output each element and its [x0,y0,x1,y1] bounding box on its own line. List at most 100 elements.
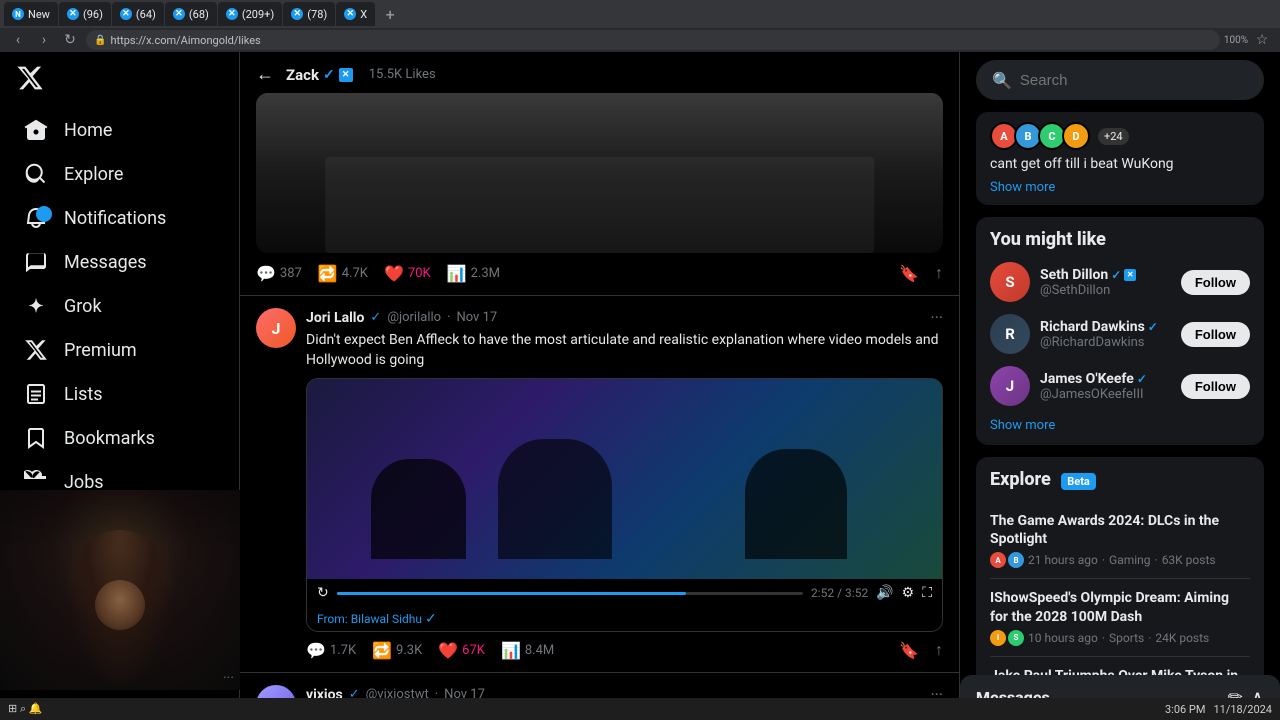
new-tab-btn[interactable]: + [380,4,400,24]
cant-get-off-widget: A B C D +24 cant get off till i beat WuK… [976,112,1264,205]
browser-tab-new[interactable]: N New [4,2,58,26]
address-bar[interactable]: 🔒 https://x.com/Aimongold/likes [86,30,1220,50]
richard-avatar[interactable]: R [990,314,1030,354]
tab-label-4: (68) [189,8,209,21]
jori-retweet-count: 9.3K [396,643,422,658]
bookmarks-icon [24,426,48,450]
james-avatar[interactable]: J [990,366,1030,406]
reload-btn[interactable]: ↻ [60,30,80,50]
notifications-icon [24,206,48,230]
tab-favicon-active: ✕ [344,8,356,20]
video-player[interactable]: Watch again ↻ 2:52 / 3:52 🔊 ⚙ [306,378,943,632]
explore-item-1[interactable]: The Game Awards 2024: DLCs in the Spotli… [990,502,1250,579]
views-icon: 📊 [447,264,467,283]
sidebar-item-bookmarks[interactable]: Bookmarks [8,416,231,460]
sidebar-explore-label: Explore [64,164,123,185]
browser-tab-6[interactable]: ✕ (78) [283,2,335,26]
video-time: 2:52 / 3:52 [811,586,868,600]
sidebar-item-lists[interactable]: Lists [8,372,231,416]
fullscreen-icon[interactable]: ⛶ [922,585,932,601]
like-action[interactable]: ❤️ 70K [384,264,431,283]
sidebar-bookmarks-label: Bookmarks [64,428,155,449]
follow-james-btn[interactable]: Follow [1181,374,1250,399]
jori-heart-icon: ❤️ [438,641,458,660]
show-more-suggestions[interactable]: Show more [990,418,1250,433]
grok-icon: ✦ [24,294,48,318]
jori-more-btn[interactable]: ··· [930,308,943,327]
browser-tab-2[interactable]: ✕ (96) [59,2,111,26]
seth-info: Seth Dillon ✓ ✕ @SethDillon [1040,267,1171,298]
bookmark-star[interactable]: ☆ [1252,30,1272,50]
comment-action[interactable]: 💬 387 [256,264,302,283]
tab-favicon-x: ✕ [67,8,79,20]
webcam-menu[interactable]: ··· [223,670,234,686]
avatar-stack: A B C D +24 [990,122,1250,150]
jori-handle: @jorilallo [387,310,441,325]
suggest-seth: S Seth Dillon ✓ ✕ @SethDillon Follow [990,262,1250,302]
sidebar-item-home[interactable]: Home [8,108,231,152]
retweet-action[interactable]: 🔁 4.7K [318,264,368,283]
jori-like-action[interactable]: ❤️ 67K [438,641,485,660]
views-action[interactable]: 📊 2.3M [447,264,500,283]
lists-icon [24,382,48,406]
follow-richard-btn[interactable]: Follow [1181,322,1250,347]
follow-seth-btn[interactable]: Follow [1181,270,1250,295]
jori-comment-count: 1.7K [330,643,356,658]
replay-icon[interactable]: ↻ [317,585,329,601]
share-icon: ↑ [935,263,943,283]
status-right: 3:06 PM 11/18/2024 [1165,703,1272,716]
jori-date: · [447,310,450,325]
browser-tab-5[interactable]: ✕ (209+) [218,2,282,26]
stack-avatar-4[interactable]: D [1062,122,1090,150]
explore-item-2-meta: I S 10 hours ago· Sports· 24K posts [990,630,1250,646]
browser-tab-4[interactable]: ✕ (68) [165,2,217,26]
search-bar[interactable]: 🔍 [976,60,1264,100]
video-display[interactable]: Watch again [307,379,942,579]
forward-btn[interactable]: › [34,30,54,50]
share-action[interactable]: ↑ [935,263,943,283]
video-progress-bar[interactable] [337,592,803,595]
video-from: From: Bilawal Sidhu ✓ [307,607,942,631]
jori-avatar[interactable]: J [256,308,296,348]
status-left: ⊞ ⌕ 🔔 [8,702,43,716]
james-verified: ✓ [1137,372,1147,386]
tab-label-3: (64) [136,8,156,21]
settings-icon[interactable]: ⚙ [902,585,915,601]
video-controls: ↻ 2:52 / 3:52 🔊 ⚙ ⛶ [307,579,942,607]
browser-chrome: N New ✕ (96) ✕ (64) ✕ (68) ✕ (209+) ✕ (7… [0,0,1280,52]
search-input[interactable] [1020,72,1248,89]
explore-item-2[interactable]: IShowSpeed's Olympic Dream: Aiming for t… [990,579,1250,656]
jori-tweet-text: Didn't expect Ben Affleck to have the mo… [306,331,943,370]
jori-views-action[interactable]: 📊 8.4M [501,641,554,660]
sidebar-item-premium[interactable]: Premium [8,328,231,372]
bookmark-action[interactable]: 🔖 [899,264,919,283]
jori-comment-action[interactable]: 💬 1.7K [306,641,356,660]
richard-name: Richard Dawkins ✓ [1040,319,1171,335]
back-arrow[interactable]: ← [256,64,274,85]
jori-tweet: J Jori Lallo ✓ @jorilallo · Nov 17 ··· D… [240,296,959,673]
explore-title: Explore Beta [990,469,1250,490]
sidebar-item-grok[interactable]: ✦ Grok [8,284,231,328]
sidebar-notifications-label: Notifications [64,208,166,229]
tab-label-6: (78) [307,8,327,21]
seth-avatar[interactable]: S [990,262,1030,302]
browser-tab-active[interactable]: ✕ X [336,2,375,26]
feed-container[interactable]: ← Zack ✓ ✕ 15.5K Likes 💬 [240,52,959,720]
volume-icon[interactable]: 🔊 [876,585,893,601]
sidebar-item-messages[interactable]: Messages [8,240,231,284]
richard-verified: ✓ [1148,320,1158,334]
show-more-cant-get-off[interactable]: Show more [990,180,1250,195]
jori-share-action[interactable]: ↑ [935,640,943,660]
top-video-thumb[interactable] [256,93,943,253]
jori-retweet-action[interactable]: 🔁 9.3K [372,641,422,660]
home-icon [24,118,48,142]
jori-bookmark-action[interactable]: 🔖 [899,641,919,660]
sidebar-item-explore[interactable]: Explore [8,152,231,196]
browser-tab-3[interactable]: ✕ (64) [112,2,164,26]
back-btn[interactable]: ‹ [8,30,28,50]
notification-count [36,206,52,222]
status-date: 11/18/2024 [1213,703,1272,716]
sidebar-item-notifications[interactable]: Notifications [8,196,231,240]
premium-square: ✕ [339,68,353,82]
x-logo[interactable] [0,56,239,104]
